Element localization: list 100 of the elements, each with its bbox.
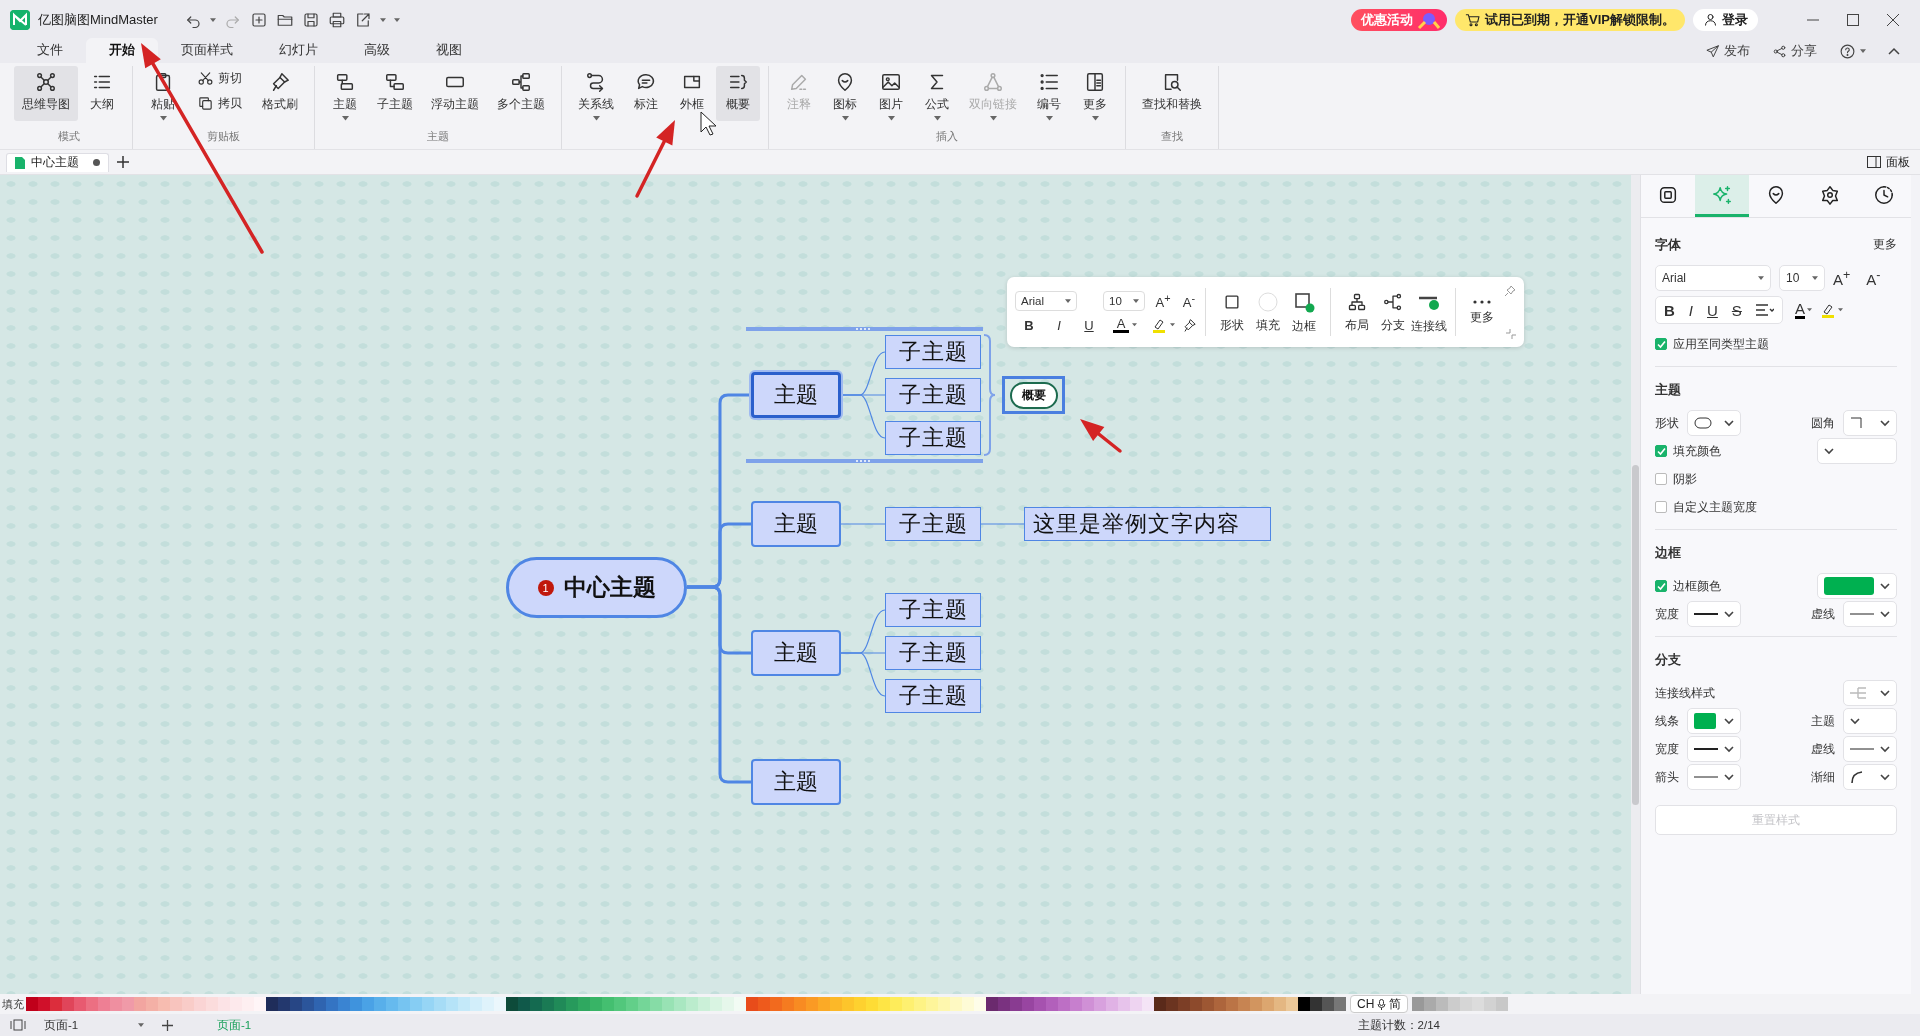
font-color-button[interactable]: A — [1113, 317, 1129, 333]
checkbox-label: 应用至同类型主题 — [1673, 335, 1769, 353]
ribbon-button[interactable]: 大纲 — [80, 66, 124, 121]
section-title: 分支 — [1655, 651, 1681, 669]
ime-language: CH — [1357, 997, 1375, 1011]
section-title: 字体 — [1655, 236, 1681, 254]
ribbon-button[interactable]: 格式刷 — [254, 66, 306, 121]
shrink-font-button[interactable]: A$^{-}$ — [1181, 291, 1197, 311]
subtopic[interactable]: 子主题 — [885, 636, 981, 670]
ribbon-button[interactable]: 外框 — [670, 66, 714, 121]
header-action[interactable]: 发布 — [1705, 42, 1750, 60]
font-color-button[interactable]: A — [1794, 301, 1805, 319]
grow-font-button[interactable]: A$^{+}$ — [1151, 291, 1175, 311]
page-dropdown[interactable]: 页面-1 — [40, 1017, 148, 1033]
ribbon-button[interactable]: 剪切 — [187, 68, 252, 89]
ribbon-button[interactable]: 粘贴 — [141, 66, 185, 121]
ribbon-button[interactable]: 公式 — [915, 66, 959, 121]
ribbon-button[interactable]: 编号 — [1027, 66, 1071, 121]
ribbon-button[interactable]: 关系线 — [570, 66, 622, 121]
subtopic[interactable]: 这里是举例文字内容 — [1024, 507, 1271, 541]
main-topic[interactable]: 主题 — [751, 630, 841, 676]
ribbon-button[interactable]: 子主题 — [369, 66, 421, 121]
checkbox-label: 阴影 — [1673, 470, 1697, 488]
ribbon-button[interactable]: 主题 — [323, 66, 367, 121]
central-topic[interactable]: 1 中心主题 — [506, 557, 687, 618]
text-style-button[interactable]: U — [1707, 301, 1718, 319]
toolbar-button[interactable]: 形状 — [1214, 291, 1250, 333]
menu-tab[interactable]: 页面样式 — [158, 38, 256, 63]
text-style-button[interactable]: U — [1081, 317, 1097, 333]
topic-text: 子主题 — [898, 639, 968, 667]
subtopic[interactable]: 子主题 — [885, 679, 981, 713]
palette-label: 填充 — [2, 996, 24, 1012]
subtopic[interactable]: 子主题 — [885, 378, 981, 412]
text-style-button[interactable]: B — [1021, 317, 1037, 333]
document-tab[interactable]: 中心主题 — [6, 152, 109, 172]
summary-frame[interactable]: 概要 — [1002, 376, 1065, 414]
ribbon-button[interactable]: 思维导图 — [14, 66, 78, 121]
ribbon-button[interactable]: 查找和替换 — [1134, 66, 1210, 121]
shrink-font-button[interactable]: A$^{-}$ — [1866, 268, 1881, 288]
ime-mode: 简 — [1389, 995, 1402, 1013]
more-link[interactable]: 更多 — [1873, 236, 1897, 254]
topic-text: 子主题 — [898, 381, 968, 409]
field-label: 宽度 — [1655, 740, 1679, 758]
checkbox-label: 填充颜色 — [1673, 442, 1721, 460]
ribbon-button[interactable]: 概要 — [716, 66, 760, 121]
menu-tab[interactable]: 文件 — [14, 38, 86, 63]
field-label: 宽度 — [1655, 605, 1679, 623]
main-topic[interactable]: 主题 — [751, 501, 841, 547]
ime-indicator[interactable]: CH 简 — [1350, 995, 1409, 1013]
vip-banner[interactable]: 试用已到期，开通VIP解锁限制。 — [1455, 8, 1685, 31]
menu-tab[interactable]: 视图 — [413, 38, 485, 63]
topic-text: 主题 — [774, 768, 818, 796]
ribbon-button[interactable]: 拷贝 — [187, 93, 252, 114]
vip-text: 试用已到期，开通VIP解锁限制。 — [1485, 10, 1675, 29]
topic-text: 子主题 — [898, 682, 968, 710]
subtopic[interactable]: 子主题 — [885, 335, 981, 369]
subtopic[interactable]: 子主题 — [885, 421, 981, 455]
ribbon-button[interactable]: 标注 — [624, 66, 668, 121]
group-label: 插入 — [936, 130, 958, 142]
size-dropdown[interactable]: 10 — [1779, 265, 1825, 291]
topic-text: 主题 — [774, 381, 818, 409]
field-label: 主题 — [1811, 712, 1835, 730]
group-label: 剪贴板 — [207, 130, 240, 142]
main-topic[interactable]: 主题 — [751, 759, 841, 805]
ribbon-button[interactable]: 多个主题 — [489, 66, 553, 121]
text-style-button[interactable]: I — [1688, 301, 1693, 319]
header-action[interactable]: 分享 — [1772, 42, 1817, 60]
toolbar-button[interactable]: 布局 — [1339, 291, 1375, 333]
section-title: 主题 — [1655, 381, 1681, 399]
toolbar-button[interactable]: 分支 — [1375, 291, 1411, 333]
ribbon-button[interactable]: 浮动主题 — [423, 66, 487, 121]
main-topic[interactable]: 主题 — [751, 372, 841, 418]
text-style-button[interactable]: I — [1051, 317, 1067, 333]
topic-text: 这里是举例文字内容 — [1033, 510, 1240, 538]
font-dropdown[interactable]: Arial — [1655, 265, 1771, 291]
grow-font-button[interactable]: A$^{+}$ — [1833, 268, 1851, 288]
ribbon-button[interactable]: 图标 — [823, 66, 867, 121]
field-label: 线条 — [1655, 712, 1679, 730]
text-style-button[interactable]: S — [1731, 301, 1742, 319]
toolbar-button[interactable]: 连接线 — [1411, 290, 1447, 334]
menu-tab[interactable]: 幻灯片 — [256, 38, 341, 63]
priority-badge: 1 — [537, 579, 554, 596]
font-dropdown[interactable]: Arial — [1015, 291, 1077, 311]
menu-tab[interactable]: 高级 — [341, 38, 413, 63]
field-label: 箭头 — [1655, 768, 1679, 786]
ribbon-button[interactable]: 更多 — [1073, 66, 1117, 121]
subtopic[interactable]: 子主题 — [885, 507, 981, 541]
login-button[interactable]: 登录 — [1693, 8, 1758, 31]
toolbar-button[interactable]: 边框 — [1286, 290, 1322, 334]
size-dropdown[interactable]: 10 — [1103, 291, 1145, 311]
subtopic[interactable]: 子主题 — [885, 593, 981, 627]
field-label: 虚线 — [1811, 740, 1835, 758]
toolbar-button[interactable]: 更多 — [1464, 299, 1500, 325]
summary-topic[interactable]: 概要 — [1009, 381, 1058, 409]
ribbon-button[interactable]: 图片 — [869, 66, 913, 121]
panel-toggle[interactable]: 面板 — [1867, 153, 1910, 171]
checkbox-label: 边框颜色 — [1673, 577, 1721, 595]
text-style-button[interactable]: B — [1664, 301, 1675, 319]
topic-text: 子主题 — [898, 338, 968, 366]
toolbar-button[interactable]: 填充 — [1250, 291, 1286, 333]
